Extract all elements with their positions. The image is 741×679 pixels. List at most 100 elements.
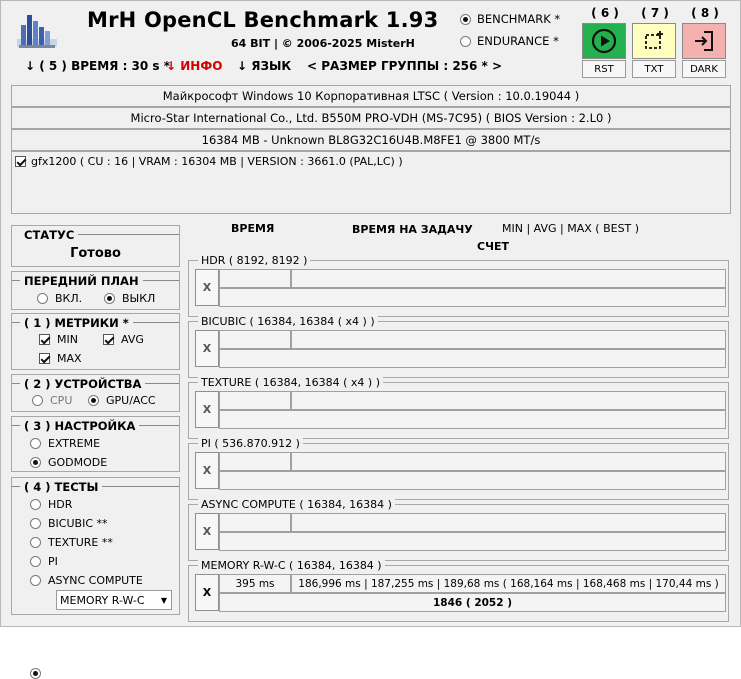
col-time-header: ВРЕМЯ	[231, 222, 275, 235]
mode-benchmark-radio[interactable]: BENCHMARK *	[460, 12, 560, 26]
test-async-label: ASYNC COMPUTE	[48, 574, 143, 587]
test-time-cell	[219, 513, 291, 532]
test-pi-label: PI	[48, 555, 58, 568]
radio-icon	[30, 537, 41, 548]
metric-avg-checkbox[interactable]: AVG	[103, 333, 144, 346]
radio-icon	[104, 293, 115, 304]
test-pi-row: PI ( 536.870.912 ) X	[188, 437, 729, 500]
play-icon	[591, 28, 617, 54]
test-score-cell	[219, 532, 726, 551]
col-per-task-header: ВРЕМЯ НА ЗАДАЧУ	[352, 223, 473, 236]
time-menu[interactable]: ↓ ( 5 ) ВРЕМЯ : 30 s *	[25, 59, 170, 73]
test-texture-label: TEXTURE **	[48, 536, 113, 549]
metric-min-checkbox[interactable]: MIN	[39, 333, 78, 346]
dark-shortcut-label: ( 8 )	[691, 6, 719, 20]
radio-icon	[460, 35, 471, 47]
board-info: Micro-Star International Co., Ltd. B550M…	[11, 107, 731, 129]
foreground-panel: ПЕРЕДНИЙ ПЛАН ВКЛ. ВЫКЛ	[11, 271, 180, 310]
mode-endurance-radio[interactable]: ENDURANCE *	[460, 34, 559, 48]
device-gpu-radio[interactable]: GPU/ACC	[88, 394, 156, 407]
test-run-button[interactable]: X	[195, 574, 219, 611]
test-async-radio[interactable]: ASYNC COMPUTE	[30, 574, 143, 587]
devices-panel: ( 2 ) УСТРОЙСТВА CPU GPU/ACC	[11, 374, 180, 412]
test-texture-radio[interactable]: TEXTURE **	[30, 536, 113, 549]
tuning-godmode-label: GODMODE	[48, 456, 108, 469]
checkbox-icon	[103, 334, 114, 345]
sign-in-icon	[695, 31, 713, 51]
metric-max-label: MAX	[57, 352, 82, 365]
tuning-extreme-radio[interactable]: EXTREME	[30, 437, 100, 450]
checkbox-icon	[39, 334, 50, 345]
run-button[interactable]	[582, 23, 626, 59]
test-hdr-label: HDR	[48, 498, 73, 511]
info-menu[interactable]: ↓ ИНФО	[166, 59, 222, 73]
device-item[interactable]: gfx1200 ( CU : 16 | VRAM : 16304 MB | VE…	[15, 155, 403, 168]
test-pi-radio[interactable]: PI	[30, 555, 58, 568]
col-stats-header: MIN | AVG | MAX ( BEST )	[502, 222, 640, 235]
status-title: СТАТУС	[24, 227, 75, 242]
radio-icon	[37, 293, 48, 304]
foreground-off-radio[interactable]: ВЫКЛ	[104, 292, 155, 305]
device-list: gfx1200 ( CU : 16 | VRAM : 16304 MB | VE…	[11, 151, 731, 214]
status-panel: СТАТУС Готово	[11, 225, 180, 267]
test-score-cell	[219, 288, 726, 307]
test-time-cell: 395 ms	[219, 574, 291, 593]
dark-mode-button[interactable]	[682, 23, 726, 59]
test-task-cell	[291, 269, 726, 288]
devices-title: ( 2 ) УСТРОЙСТВА	[24, 376, 142, 391]
radio-icon	[32, 395, 43, 406]
col-score-header: СЧЕТ	[477, 240, 509, 253]
metric-min-label: MIN	[57, 333, 78, 346]
test-score-cell: 1846 ( 2052 )	[219, 593, 726, 612]
foreground-on-label: ВКЛ.	[55, 292, 83, 305]
test-run-button[interactable]: X	[195, 269, 219, 306]
crop-select-icon	[645, 31, 663, 49]
test-name: TEXTURE ( 16384, 16384 ( x4 ) )	[198, 376, 384, 389]
test-run-button[interactable]: X	[195, 391, 219, 428]
txt-shortcut-label: ( 7 )	[641, 6, 669, 20]
test-score-cell	[219, 349, 726, 368]
radio-icon	[30, 499, 41, 510]
test-task-cell	[291, 513, 726, 532]
test-select-dropdown[interactable]: MEMORY R-W-C ▼	[56, 590, 172, 610]
chevron-down-icon: ▼	[160, 595, 168, 605]
test-run-button[interactable]: X	[195, 513, 219, 550]
device-cpu-radio[interactable]: CPU	[32, 394, 72, 407]
checkbox-icon	[15, 156, 26, 167]
tuning-title: ( 3 ) НАСТРОЙКА	[24, 418, 136, 433]
test-bicubic-row: BICUBIC ( 16384, 16384 ( x4 ) ) X	[188, 315, 729, 378]
txt-button[interactable]: TXT	[632, 60, 676, 78]
test-run-button[interactable]: X	[195, 330, 219, 367]
test-texture-row: TEXTURE ( 16384, 16384 ( x4 ) ) X	[188, 376, 729, 439]
test-run-button[interactable]: X	[195, 452, 219, 489]
language-menu[interactable]: ↓ ЯЗЫК	[237, 59, 291, 73]
test-time-cell	[219, 452, 291, 471]
rst-button[interactable]: RST	[582, 60, 626, 78]
app-subtitle: 64 BIT | © 2006-2025 MisterH	[231, 37, 415, 50]
test-hdr-radio[interactable]: HDR	[30, 498, 72, 511]
test-task-cell	[291, 330, 726, 349]
test-memory-row: MEMORY R-W-C ( 16384, 16384 ) X 395 ms 1…	[188, 559, 729, 622]
mode-endurance-label: ENDURANCE *	[477, 34, 559, 48]
foreground-on-radio[interactable]: ВКЛ.	[37, 292, 82, 305]
dark-button[interactable]: DARK	[682, 60, 726, 78]
test-async-row: ASYNC COMPUTE ( 16384, 16384 ) X	[188, 498, 729, 561]
radio-icon	[30, 575, 41, 586]
test-bicubic-label: BICUBIC **	[48, 517, 108, 530]
metric-avg-label: AVG	[121, 333, 144, 346]
os-info: Майкрософт Windows 10 Корпоративная LTSC…	[11, 85, 731, 107]
metric-max-checkbox[interactable]: MAX	[39, 352, 82, 365]
rst-shortcut-label: ( 6 )	[591, 6, 619, 20]
radio-icon	[88, 395, 99, 406]
radio-icon	[460, 13, 471, 25]
radio-icon	[30, 518, 41, 529]
test-name: PI ( 536.870.912 )	[198, 437, 303, 450]
tuning-godmode-radio[interactable]: GODMODE	[30, 456, 107, 469]
memory-info: 16384 MB - Unknown BL8G32C16U4B.M8FE1 @ …	[11, 129, 731, 151]
mode-benchmark-label: BENCHMARK *	[477, 12, 561, 26]
select-region-button[interactable]	[632, 23, 676, 59]
test-bicubic-radio[interactable]: BICUBIC **	[30, 517, 108, 530]
test-memory-radio[interactable]	[30, 668, 41, 679]
group-size-menu[interactable]: < РАЗМЕР ГРУППЫ : 256 * >	[307, 59, 502, 73]
tests-panel: ( 4 ) ТЕСТЫ HDR BICUBIC ** TEXTURE ** PI…	[11, 477, 180, 679]
